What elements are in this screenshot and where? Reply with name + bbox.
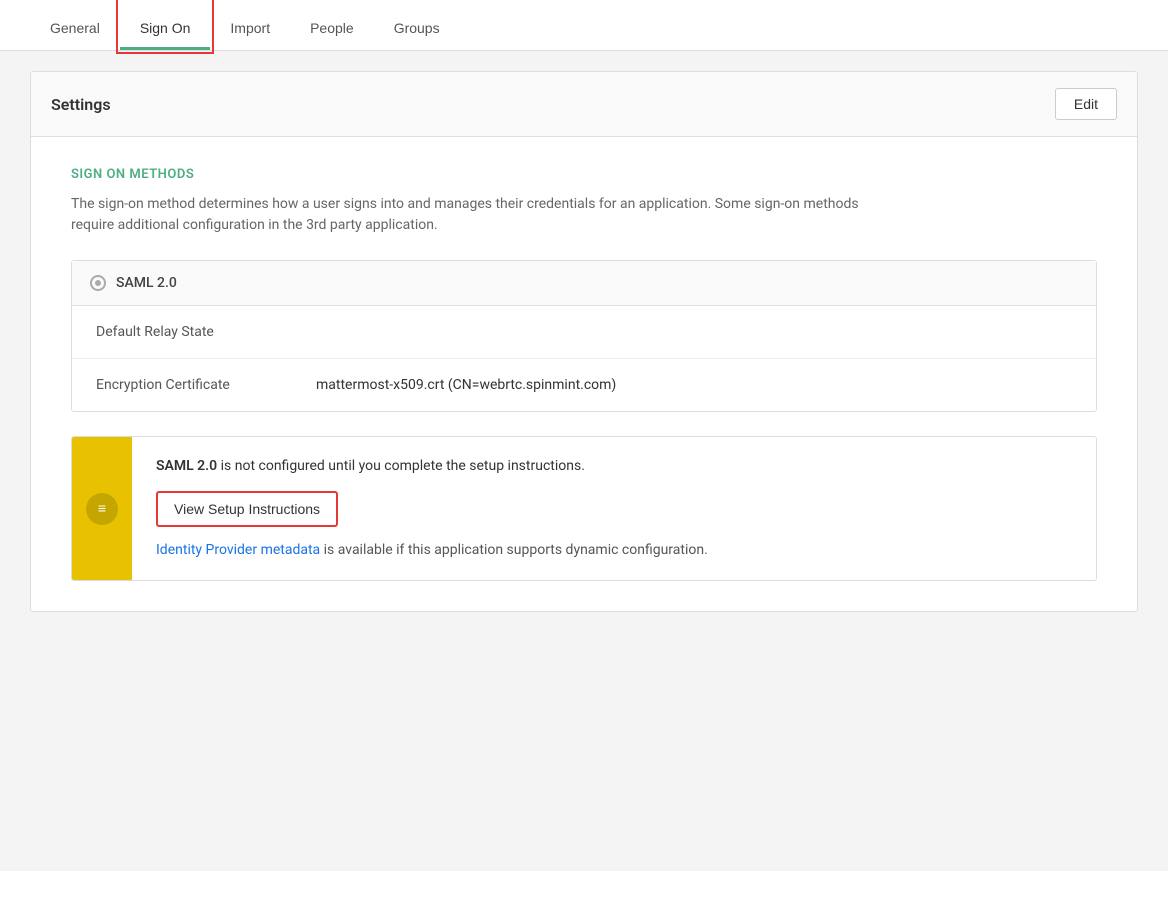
settings-title: Settings bbox=[51, 95, 111, 114]
saml-fields: Default Relay State Encryption Certifica… bbox=[72, 306, 1096, 411]
tab-import[interactable]: Import bbox=[210, 0, 290, 50]
field-label-relay: Default Relay State bbox=[96, 324, 316, 340]
tab-people[interactable]: People bbox=[290, 0, 374, 50]
warning-text-normal: is not configured until you complete the… bbox=[217, 458, 585, 474]
tab-general[interactable]: General bbox=[30, 0, 120, 50]
settings-header: Settings Edit bbox=[31, 72, 1137, 137]
radio-inner bbox=[95, 280, 101, 286]
warning-icon: ≡ bbox=[86, 493, 118, 525]
content-area: Settings Edit SIGN ON METHODS The sign-o… bbox=[0, 51, 1168, 871]
settings-card: Settings Edit SIGN ON METHODS The sign-o… bbox=[30, 71, 1138, 612]
saml-header: SAML 2.0 bbox=[72, 261, 1096, 306]
field-value-cert: mattermost-x509.crt (CN=webrtc.spinmint.… bbox=[316, 377, 616, 393]
saml-label: SAML 2.0 bbox=[116, 275, 177, 291]
tab-groups[interactable]: Groups bbox=[374, 0, 460, 50]
view-setup-instructions-button[interactable]: View Setup Instructions bbox=[156, 491, 338, 527]
list-icon: ≡ bbox=[98, 500, 106, 517]
warning-sidebar: ≡ bbox=[72, 437, 132, 580]
tab-sign-on[interactable]: Sign On bbox=[120, 0, 211, 50]
field-label-cert: Encryption Certificate bbox=[96, 377, 316, 393]
saml-field-row-relay: Default Relay State bbox=[72, 306, 1096, 359]
warning-banner: ≡ SAML 2.0 is not configured until you c… bbox=[71, 436, 1097, 581]
saml-box: SAML 2.0 Default Relay State Encryption … bbox=[71, 260, 1097, 412]
metadata-link[interactable]: Identity Provider metadata bbox=[156, 542, 320, 558]
tabs-bar: General Sign On Import People Groups bbox=[0, 0, 1168, 51]
warning-text: SAML 2.0 is not configured until you com… bbox=[156, 457, 1072, 477]
section-description: The sign-on method determines how a user… bbox=[71, 194, 891, 236]
warning-content: SAML 2.0 is not configured until you com… bbox=[132, 437, 1096, 580]
metadata-suffix: is available if this application support… bbox=[320, 542, 708, 558]
warning-text-bold: SAML 2.0 bbox=[156, 458, 217, 474]
settings-body: SIGN ON METHODS The sign-on method deter… bbox=[31, 137, 1137, 611]
saml-radio[interactable] bbox=[90, 275, 106, 291]
saml-field-row-cert: Encryption Certificate mattermost-x509.c… bbox=[72, 359, 1096, 411]
edit-button[interactable]: Edit bbox=[1055, 88, 1117, 120]
page-wrapper: General Sign On Import People Groups Set… bbox=[0, 0, 1168, 909]
section-heading: SIGN ON METHODS bbox=[71, 167, 1097, 182]
metadata-text: Identity Provider metadata is available … bbox=[156, 541, 1072, 561]
